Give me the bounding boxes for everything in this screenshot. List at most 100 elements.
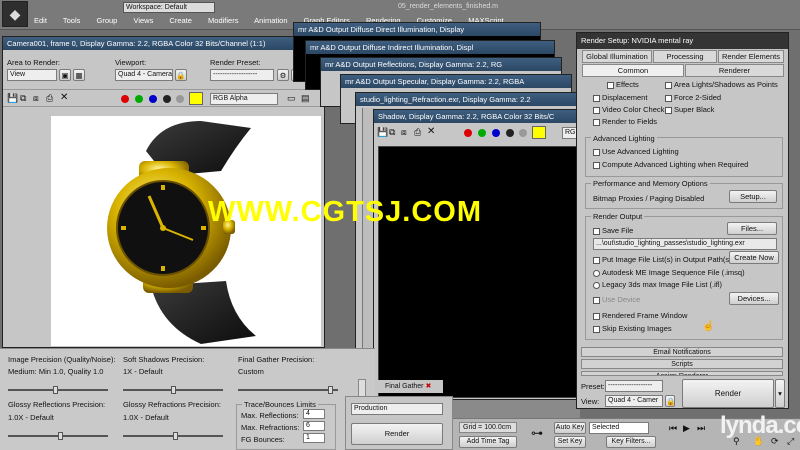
max-refl-field[interactable]: 4 <box>303 409 325 419</box>
effects-option[interactable]: Effects <box>607 80 639 89</box>
clone-window-icon[interactable]: ⧈ <box>33 93 39 104</box>
glossy-refl-slider[interactable] <box>8 432 108 440</box>
setup-button[interactable]: Setup... <box>729 190 777 203</box>
stack-window-2-title[interactable]: mr A&D Output Diffuse Indirect Illuminat… <box>306 41 554 54</box>
area-to-render-select[interactable]: View <box>7 69 57 81</box>
workspace-dropdown[interactable]: Workspace: Default <box>123 2 215 13</box>
legacy-ifl-option[interactable]: Legacy 3ds max Image File List (.ifl) <box>593 280 722 289</box>
use-adv-lighting-option[interactable]: Use Advanced Lighting <box>593 147 679 156</box>
render-setup-render-button[interactable]: Render <box>682 379 774 408</box>
render-setup-title[interactable]: Render Setup: NVIDIA mental ray <box>577 33 788 49</box>
image-precision-slider[interactable] <box>8 386 108 394</box>
shadow-red-toggle[interactable] <box>464 129 472 137</box>
area-lights-option[interactable]: Area Lights/Shadows as Points <box>665 80 778 89</box>
viewport-select[interactable]: Quad 4 - Camera0 <box>115 69 173 81</box>
set-key-button[interactable]: Set Key <box>554 436 586 448</box>
menu-edit[interactable]: Edit <box>34 16 47 25</box>
key-filters-button[interactable]: Key Filters... <box>606 436 656 448</box>
max-refr-field[interactable]: 6 <box>303 421 325 431</box>
selected-select[interactable]: Selected <box>589 422 649 434</box>
key-icon[interactable]: ⊶ <box>531 426 543 440</box>
tab-render-elements[interactable]: Render Elements <box>718 50 784 63</box>
save-image-icon[interactable]: 💾 <box>7 93 18 104</box>
menu-views[interactable]: Views <box>133 16 153 25</box>
color-check-option[interactable]: Video Color Check <box>593 105 664 114</box>
final-gather-slider[interactable] <box>238 386 338 394</box>
camera-window-title[interactable]: Camera001, frame 0, Display Gamma: 2.2, … <box>3 37 324 50</box>
mono-toggle[interactable] <box>176 95 184 103</box>
shadow-save-icon[interactable]: 💾 <box>377 127 388 138</box>
autodesk-seq-option[interactable]: Autodesk ME Image Sequence File (.imsq) <box>593 268 745 277</box>
assign-renderer-rollout[interactable]: Assign Renderer <box>581 371 783 376</box>
alpha-channel-toggle[interactable] <box>163 95 171 103</box>
blue-channel-toggle[interactable] <box>149 95 157 103</box>
stack-window-3-title[interactable]: mr A&D Output Reflections, Display Gamma… <box>321 58 561 71</box>
lock-icon[interactable]: 🔒 <box>175 69 187 81</box>
green-channel-toggle[interactable] <box>135 95 143 103</box>
shadow-blue-toggle[interactable] <box>492 129 500 137</box>
preset-select[interactable]: ------------------- <box>605 380 663 392</box>
menu-modifiers[interactable]: Modifiers <box>208 16 238 25</box>
render-setup-icon[interactable]: ⚙ <box>277 69 289 81</box>
edit-region-icon[interactable]: ▣ <box>59 69 71 81</box>
shadow-mono-toggle[interactable] <box>519 129 527 137</box>
shadow-alpha-toggle[interactable] <box>506 129 514 137</box>
create-now-button[interactable]: Create Now <box>729 251 779 264</box>
tab-global-illumination[interactable]: Global Illumination <box>582 50 652 63</box>
shadow-color-swatch[interactable] <box>532 126 546 139</box>
play-icon[interactable]: ▶ <box>683 423 690 434</box>
goto-end-icon[interactable]: ⏭ <box>697 423 705 434</box>
bottom-render-button[interactable]: Render <box>351 423 443 445</box>
shadow-clone-icon[interactable]: ⧈ <box>401 127 407 138</box>
color-swatch[interactable] <box>189 92 203 105</box>
glossy-refr-slider[interactable] <box>123 432 223 440</box>
skip-existing-option[interactable]: Skip Existing Images <box>593 324 672 333</box>
devices-button[interactable]: Devices... <box>729 292 779 305</box>
shadow-copy-icon[interactable]: ⧉ <box>389 127 395 138</box>
menu-create[interactable]: Create <box>169 16 192 25</box>
channel-select[interactable]: RGB Alpha <box>210 93 278 105</box>
stack-window-5-title[interactable]: studio_lighting_Refraction.exr, Display … <box>356 93 576 106</box>
compute-adv-lighting-option[interactable]: Compute Advanced Lighting when Required <box>593 160 748 169</box>
files-button[interactable]: Files... <box>727 222 777 235</box>
clear-icon[interactable]: ✕ <box>60 92 68 103</box>
app-logo-icon[interactable]: ◆ <box>2 1 28 27</box>
save-file-option[interactable]: Save File <box>593 226 633 235</box>
shadow-print-icon[interactable]: ⎙ <box>414 127 421 138</box>
render-fields-option[interactable]: Render to Fields <box>593 117 657 126</box>
tab-renderer[interactable]: Renderer <box>685 64 784 77</box>
copy-image-icon[interactable]: ⧉ <box>20 93 26 104</box>
tab-processing[interactable]: Processing <box>653 50 717 63</box>
force-2sided-option[interactable]: Force 2-Sided <box>665 93 721 102</box>
menu-group[interactable]: Group <box>97 16 118 25</box>
stack-window-1-title[interactable]: mr A&D Output Diffuse Direct Illuminatio… <box>294 23 540 36</box>
print-icon[interactable]: ⎙ <box>46 93 53 104</box>
render-preset-select[interactable]: ------------------- <box>210 69 274 81</box>
put-image-list-option[interactable]: Put Image File List(s) in Output Path(s) <box>593 255 732 264</box>
add-time-tag-button[interactable]: Add Time Tag <box>459 436 517 448</box>
auto-region-icon[interactable]: ▦ <box>73 69 85 81</box>
view-select[interactable]: Quad 4 - Camer <box>605 395 663 407</box>
menu-tools[interactable]: Tools <box>63 16 81 25</box>
final-gather-toggle[interactable]: Final Gather ✖ <box>377 380 443 393</box>
lock-view-icon[interactable]: 🔒 <box>665 395 675 407</box>
display-toggle-icon[interactable]: ▭ <box>287 93 296 104</box>
scripts-rollout[interactable]: Scripts <box>581 359 783 369</box>
options-toggle-icon[interactable]: ▤ <box>301 93 310 104</box>
email-notifications-rollout[interactable]: Email Notifications <box>581 347 783 357</box>
stack-window-4-title[interactable]: mr A&D Output Specular, Display Gamma: 2… <box>341 75 571 88</box>
super-black-option[interactable]: Super Black <box>665 105 714 114</box>
shadow-green-toggle[interactable] <box>478 129 486 137</box>
soft-shadows-slider[interactable] <box>123 386 223 394</box>
red-channel-toggle[interactable] <box>121 95 129 103</box>
use-device-option[interactable]: Use Device <box>593 295 640 304</box>
menu-animation[interactable]: Animation <box>254 16 287 25</box>
frame-window-option[interactable]: Rendered Frame Window <box>593 311 687 320</box>
displacement-option[interactable]: Displacement <box>593 93 647 102</box>
render-dropdown-arrow[interactable]: ▾ <box>775 379 785 408</box>
tab-common[interactable]: Common <box>582 64 684 77</box>
production-select[interactable]: Production <box>351 403 443 415</box>
fg-bounces-field[interactable]: 1 <box>303 433 325 443</box>
shadow-clear-icon[interactable]: ✕ <box>427 126 435 137</box>
output-path-field[interactable]: ...\out\studio_lighting_passes\studio_li… <box>593 238 777 250</box>
